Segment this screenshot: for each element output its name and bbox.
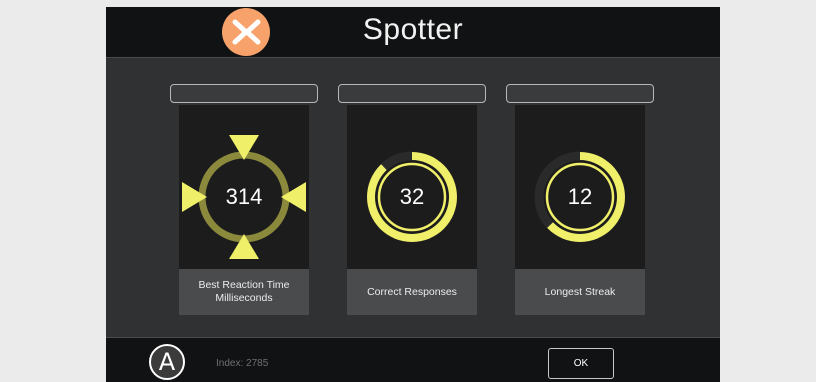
footer-bar: A Index: 2785 OK (106, 337, 720, 382)
card-header-bar (170, 84, 318, 103)
page-title: Spotter (362, 13, 464, 46)
longest-streak-value: 12 (567, 184, 593, 209)
stat-card-correct-responses: 32 Correct Responses (347, 105, 477, 315)
card-header-bar (506, 84, 654, 103)
ok-button[interactable]: OK (548, 348, 614, 379)
user-badge[interactable]: A (149, 344, 185, 380)
stat-card-reaction-time: 314 Best Reaction Time Milliseconds (179, 105, 309, 315)
card-label: Correct Responses (347, 269, 477, 315)
card-header-bar (338, 84, 486, 103)
title-bar: Spotter (106, 7, 720, 58)
correct-responses-value: 32 (399, 184, 425, 209)
longest-streak-label: Longest Streak (544, 285, 616, 298)
card-label: Longest Streak (515, 269, 645, 315)
reaction-time-value: 314 (225, 184, 263, 209)
stat-card-longest-streak: 12 Longest Streak (515, 105, 645, 315)
card-label: Best Reaction Time Milliseconds (179, 269, 309, 315)
reaction-time-label: Best Reaction Time Milliseconds (198, 279, 290, 304)
correct-responses-label: Correct Responses (367, 285, 457, 298)
index-label: Index: 2785 (216, 358, 269, 369)
app-screen: Spotter 314 Best Reaction Time Milliseco… (106, 7, 720, 382)
